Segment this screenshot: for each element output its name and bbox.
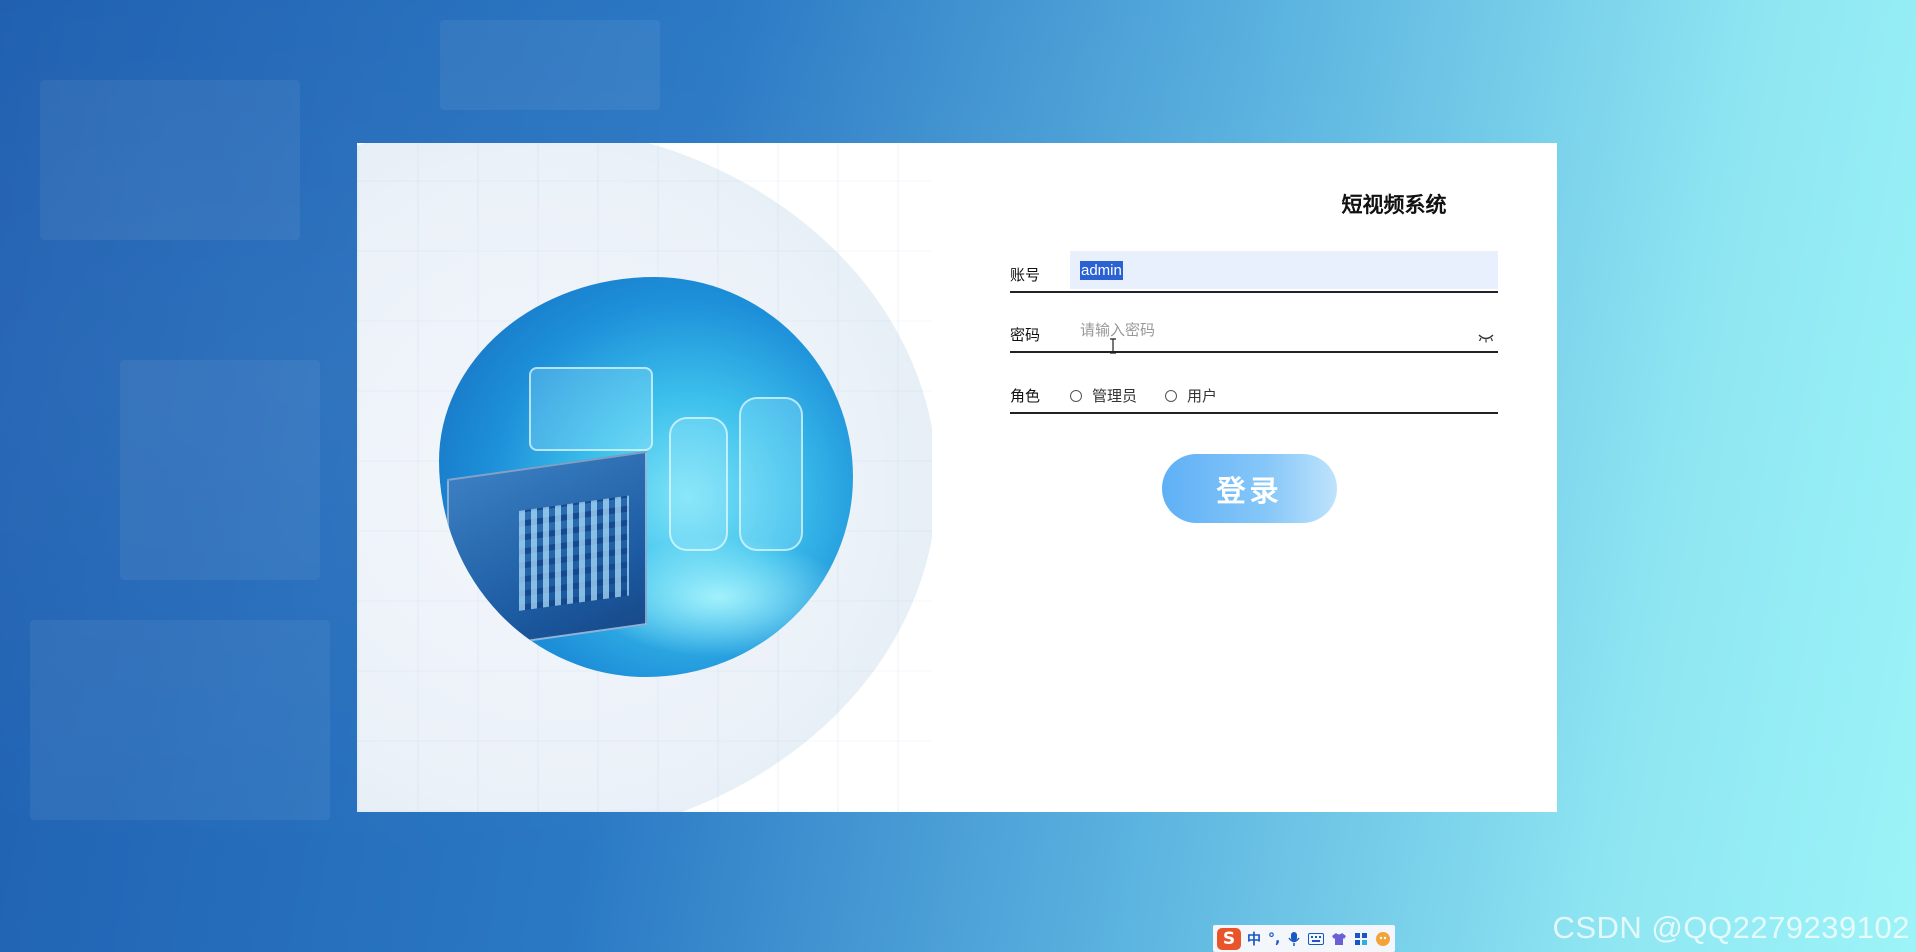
ime-mode-toggle[interactable]: 中: [1247, 929, 1261, 949]
role-option-label: 管理员: [1092, 387, 1138, 405]
ime-toolbar: S 中 °,: [1213, 925, 1396, 952]
page-title: 短视频系统: [1341, 193, 1447, 217]
account-label: 账号: [1010, 266, 1041, 284]
role-radio-group: 管理员 用户: [1070, 385, 1245, 406]
apps-icon[interactable]: [1354, 932, 1368, 946]
illustration: [357, 143, 932, 812]
keyboard-icon[interactable]: [1308, 932, 1325, 945]
role-option-admin[interactable]: 管理员: [1070, 385, 1137, 406]
tank: [669, 417, 728, 551]
password-row: 密码: [1010, 311, 1498, 353]
eye-closed-icon[interactable]: [1478, 333, 1494, 343]
account-row: 账号 admin: [1010, 251, 1498, 293]
radio-circle-icon[interactable]: [1070, 389, 1082, 402]
password-input[interactable]: [1070, 311, 1470, 349]
password-label: 密码: [1010, 326, 1041, 344]
tank: [739, 397, 803, 551]
account-value: admin: [1080, 261, 1123, 280]
login-card: 短视频系统 账号 admin 密码 角色 管理员 用户 登录: [357, 143, 1557, 812]
face-icon[interactable]: [1375, 931, 1391, 947]
factory-building: [447, 450, 647, 654]
role-label: 角色: [1010, 387, 1041, 405]
mic-icon[interactable]: [1287, 931, 1301, 947]
ime-punct-toggle[interactable]: °,: [1268, 931, 1280, 947]
login-button[interactable]: 登录: [1162, 454, 1337, 523]
factory-illustration: [439, 277, 853, 677]
role-option-user[interactable]: 用户: [1165, 385, 1217, 406]
role-row: 角色 管理员 用户: [1010, 372, 1498, 414]
account-input[interactable]: [1070, 251, 1498, 289]
radio-circle-icon[interactable]: [1165, 389, 1178, 402]
csdn-watermark: CSDN @QQ2279239102: [1552, 910, 1910, 945]
sogou-logo-icon[interactable]: S: [1217, 927, 1241, 950]
building-windows: [519, 495, 629, 611]
shirt-icon[interactable]: [1331, 932, 1347, 946]
tank: [529, 367, 653, 451]
role-option-label: 用户: [1187, 387, 1218, 405]
text-cursor-icon: [1110, 338, 1116, 354]
